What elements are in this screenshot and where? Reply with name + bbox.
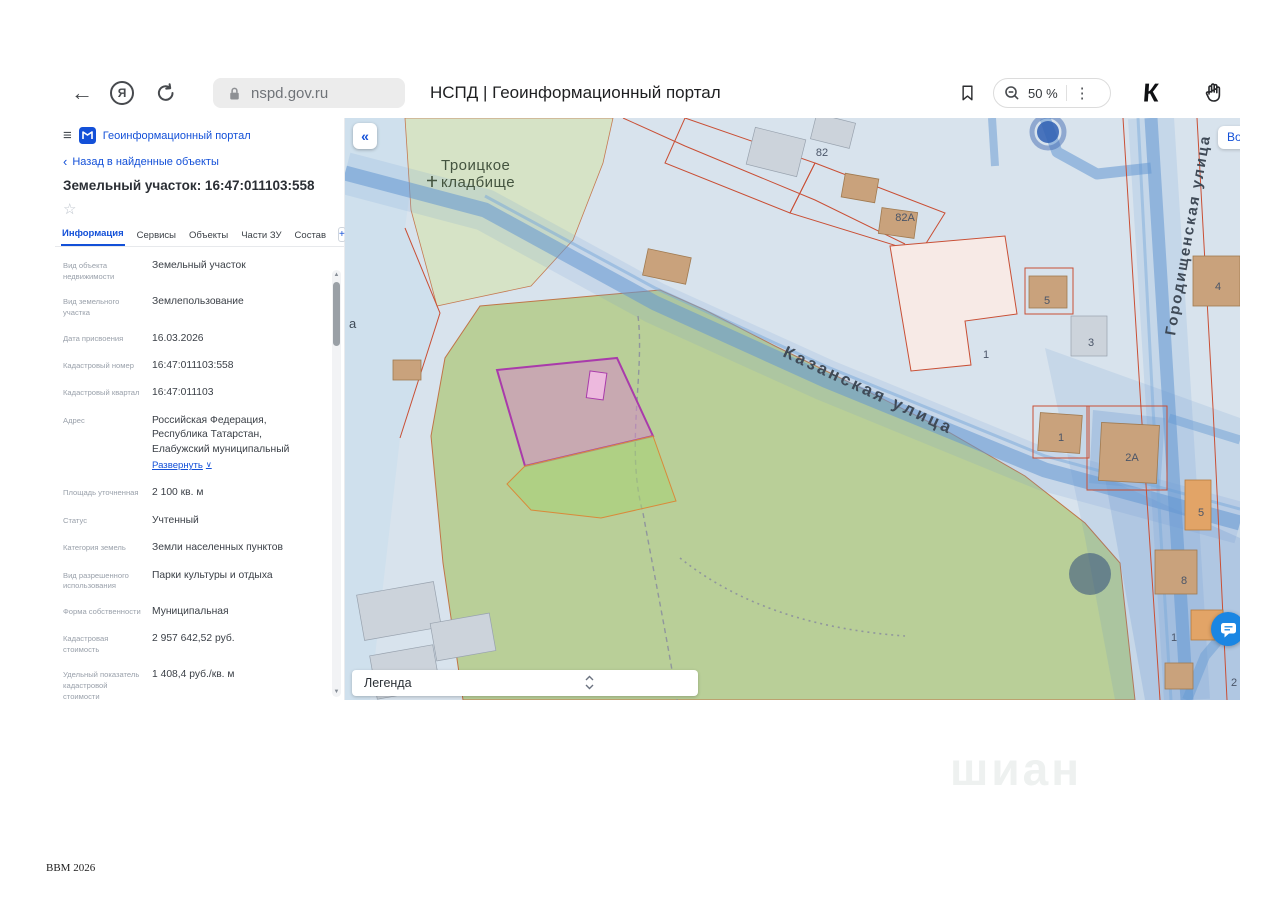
panel-tabs: Информация Сервисы Объекты Части ЗУ Сост… bbox=[55, 221, 346, 247]
house-number: 82А bbox=[895, 212, 915, 224]
house-number: 1 bbox=[1171, 632, 1177, 644]
scroll-down-icon[interactable]: ▼ bbox=[332, 689, 341, 695]
field-cadastral-quarter: Кадастровый квартал 16:47:011103 bbox=[63, 387, 214, 399]
field-specific-value: Удельный показатель кадастровой стоимост… bbox=[63, 669, 235, 700]
expand-address-link[interactable]: Развернуть ∨ bbox=[152, 459, 212, 472]
portal-title[interactable]: Геоинформационный портал bbox=[103, 130, 251, 142]
road-stub bbox=[988, 118, 999, 167]
house-number: 5 bbox=[1198, 507, 1204, 519]
field-cadastral-number: Кадастровый номер 16:47:011103:558 bbox=[63, 359, 234, 371]
yandex-browser-icon[interactable]: Я bbox=[110, 81, 134, 105]
legend-bar[interactable]: Легенда bbox=[352, 670, 698, 696]
house-number: 8 bbox=[1181, 575, 1187, 587]
field-assignment-date: Дата присвоения 16.03.2026 bbox=[63, 332, 204, 344]
kontur-extension-icon[interactable]: К bbox=[1142, 78, 1160, 109]
utility-node bbox=[1037, 121, 1059, 143]
parcel-building bbox=[585, 370, 608, 401]
house-number: 5 bbox=[1044, 295, 1050, 307]
object-title: Земельный участок: 16:47:011103:558 bbox=[63, 178, 315, 193]
tab-services[interactable]: Сервисы bbox=[136, 225, 177, 246]
legend-label: Легенда bbox=[364, 676, 412, 690]
field-area: Площадь уточненная 2 100 кв. м bbox=[63, 487, 204, 499]
back-to-results-link[interactable]: ‹ Назад в найденные объекты bbox=[55, 149, 344, 174]
favorite-star-icon[interactable]: ☆ bbox=[55, 195, 344, 221]
house-number: 3 bbox=[1088, 337, 1094, 349]
field-permitted-use: Вид разрешенного использования Парки кул… bbox=[63, 569, 273, 591]
field-parcel-type: Вид земельного участка Землепользование bbox=[63, 296, 244, 317]
bookmark-icon[interactable] bbox=[958, 84, 977, 103]
cemetery-label: Троицкое кладбище bbox=[427, 157, 515, 191]
tab-composition[interactable]: Состав bbox=[294, 225, 327, 246]
tab-objects[interactable]: Объекты bbox=[188, 225, 229, 246]
field-cadastral-value: Кадастровая стоимость 2 957 642,52 руб. bbox=[63, 633, 235, 654]
house-number: 1 bbox=[983, 349, 989, 361]
browser-tab-title: НСПД | Геоинформационный портал bbox=[430, 83, 721, 102]
attribute-list: Вид объекта недвижимости Земельный участ… bbox=[55, 247, 344, 700]
url-text: nspd.gov.ru bbox=[251, 84, 329, 102]
legend-toggle-icon[interactable] bbox=[584, 673, 595, 692]
cadastral-map[interactable]: Троицкое кладбище Казанская улица Городи… bbox=[345, 118, 1240, 700]
nspd-logo bbox=[78, 127, 96, 144]
house-number: 4 bbox=[1215, 281, 1221, 293]
chat-icon bbox=[1219, 620, 1238, 639]
field-ownership-form: Форма собственности Муниципальная bbox=[63, 605, 229, 617]
browser-toolbar: ← Я nspd.gov.ru НСПД | Геоинформационный… bbox=[55, 72, 1240, 114]
chevron-left-icon: ‹ bbox=[63, 154, 68, 169]
hamburger-menu-icon[interactable]: ≡ bbox=[63, 127, 72, 144]
house-number: 2А bbox=[1125, 452, 1139, 464]
house-number: 1 bbox=[1058, 432, 1064, 444]
field-address: Адрес Российская Федерация, Республика Т… bbox=[63, 414, 290, 472]
house-number: 2 bbox=[1231, 677, 1237, 689]
scrollbar-thumb[interactable] bbox=[333, 282, 340, 346]
divider bbox=[1065, 85, 1067, 101]
collapse-panel-button[interactable]: « bbox=[353, 123, 377, 149]
browser-back-button[interactable]: ← bbox=[71, 80, 93, 106]
object-info-panel: ≡ Геоинформационный портал ‹ Назад в най… bbox=[55, 118, 346, 700]
chevron-down-icon: ∨ bbox=[205, 459, 212, 469]
field-land-category: Категория земель Земли населенных пункто… bbox=[63, 542, 283, 554]
zoom-icon bbox=[1004, 85, 1020, 101]
tab-parcel-parts[interactable]: Части ЗУ bbox=[240, 225, 282, 246]
map-viewport[interactable]: Троицкое кладбище Казанская улица Городи… bbox=[345, 118, 1240, 700]
svg-text:Троицкое: Троицкое bbox=[441, 157, 510, 174]
svg-text:кладбище: кладбище bbox=[441, 174, 515, 191]
scroll-up-icon[interactable]: ▲ bbox=[332, 272, 341, 278]
refresh-icon[interactable] bbox=[155, 82, 177, 104]
bbm-watermark: BBM 2026 bbox=[46, 862, 96, 874]
panel-header: ≡ Геоинформационный портал bbox=[55, 118, 344, 149]
field-status: Статус Учтенный bbox=[63, 514, 199, 526]
zoom-level: 50 % bbox=[1028, 85, 1058, 101]
browser-menu-icon[interactable]: ⋮ bbox=[1075, 84, 1090, 102]
tab-information[interactable]: Информация bbox=[61, 223, 125, 246]
lock-icon bbox=[226, 85, 243, 102]
field-object-type: Вид объекта недвижимости Земельный участ… bbox=[63, 260, 246, 281]
geoportal-window: ≡ Геоинформационный портал ‹ Назад в най… bbox=[55, 118, 1240, 700]
faint-watermark: шиан bbox=[950, 743, 1082, 795]
hand-extension-icon[interactable] bbox=[1201, 81, 1225, 105]
panel-scrollbar[interactable]: ▲ ▼ bbox=[332, 270, 341, 697]
login-button[interactable]: Войти bbox=[1218, 126, 1240, 149]
street-label-partial: а bbox=[349, 316, 357, 331]
chat-fab-button[interactable] bbox=[1211, 612, 1240, 646]
address-bar[interactable]: nspd.gov.ru bbox=[213, 78, 405, 108]
house-number: 82 bbox=[816, 147, 828, 159]
zoom-control[interactable]: 50 % ⋮ bbox=[993, 78, 1111, 108]
utility-zone-circle bbox=[1069, 553, 1111, 595]
